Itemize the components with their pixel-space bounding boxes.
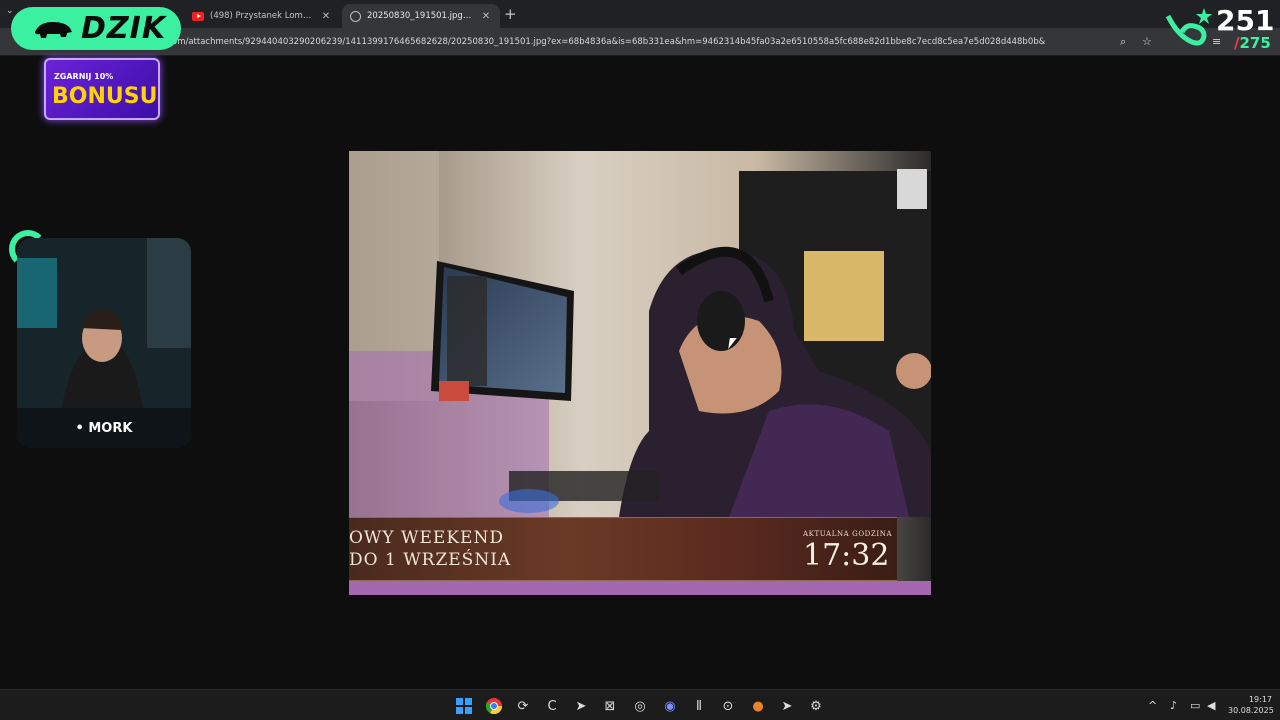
microphone-icon[interactable]: ♪ [1170,699,1177,712]
app-icon[interactable]: ⟳ [513,696,533,716]
tab-search-icon[interactable]: ⌄ [6,6,14,16]
bonus-small-text: ZGARNIJ 10% [54,72,114,81]
youtube-icon [192,11,204,21]
zoom-icon[interactable]: ⌕ [1120,35,1126,49]
close-icon[interactable]: ✕ [480,11,492,22]
discord-icon[interactable]: ◉ [660,696,680,716]
app-icon[interactable]: ⦀ [689,696,709,716]
windows-taskbar: ⟳ C ➤ ⊠ ◎ ◉ ⦀ ⊙ ● ➤ ⚙ ^ ♪ ▭ ◀ 19:17 30.0… [0,689,1280,720]
steam-icon[interactable]: ➤ [571,696,591,716]
address-bar: om/attachments/929440403290206239/141139… [0,28,1280,56]
star-icon[interactable]: ☆ [1142,35,1152,48]
close-icon[interactable]: ✕ [320,11,332,22]
url-field[interactable]: om/attachments/929440403290206239/141139… [172,37,1045,47]
settings-icon[interactable]: ⚙ [806,696,826,716]
viewer-counter: 251 [1216,4,1275,37]
volume-icon[interactable]: ◀ [1207,699,1215,712]
webcam-scene [17,238,191,448]
clock-time: 17:32 [803,538,890,573]
banner-line1: OWY WEEKEND [349,528,504,548]
tab-image[interactable]: 20250830_191501.jpg (972×74 ✕ [342,4,500,28]
tab-title: (498) Przystanek Lombard - Od [210,11,314,21]
brand-logo: DZIK [11,7,181,50]
boar-icon [35,21,72,38]
banner-line2: DO 1 WRZEŚNIA [349,550,512,570]
app-icon[interactable]: ◎ [630,696,650,716]
steam-icon[interactable]: ➤ [777,696,797,716]
clock-time-text: 19:17 [1248,695,1272,704]
ccleaner-icon[interactable]: C [542,696,562,716]
displayed-image: OWY WEEKEND DO 1 WRZEŚNIA AKTUALNA GODZI… [349,151,931,595]
app-icon[interactable]: ● [748,696,768,716]
network-icon[interactable]: ▭ [1190,699,1200,712]
windows-start-icon[interactable] [454,696,474,716]
tray-chevron-icon[interactable]: ^ [1148,699,1157,712]
cam-name: MORK [88,421,133,436]
browser-tabstrip: ⌄ (498) Przystanek Lombard - Od ✕ 202508… [0,0,1280,28]
clock-date-text: 30.08.2025 [1228,706,1274,715]
bonus-big-text: BONUSU [52,84,158,109]
desktop-screen: ⌄ (498) Przystanek Lombard - Od ✕ 202508… [0,0,1280,720]
new-tab-button[interactable]: + [504,5,517,23]
tab-youtube[interactable]: (498) Przystanek Lombard - Od ✕ [184,4,340,28]
xbox-icon[interactable]: ⊠ [600,696,620,716]
stream-banner: OWY WEEKEND DO 1 WRZEŚNIA AKTUALNA GODZI… [349,517,897,581]
brand-name: DZIK [81,11,167,46]
globe-icon [350,10,361,22]
app-icon[interactable]: ⊙ [718,696,738,716]
viewer-goal: /275 [1234,34,1271,52]
goal-value: 275 [1239,34,1271,52]
taskbar-clock[interactable]: 19:17 30.08.2025 [1228,694,1274,716]
tab-title: 20250830_191501.jpg (972×74 [367,11,474,21]
bonus-badge: ZGARNIJ 10% BONUSU [44,58,160,120]
clock-label: AKTUALNA GODZINA [803,530,893,538]
chrome-icon[interactable] [484,696,504,716]
webcam-overlay: • MORK [17,238,191,448]
cam-name-label: • MORK [75,421,133,436]
hand-star-icon [1165,8,1212,46]
